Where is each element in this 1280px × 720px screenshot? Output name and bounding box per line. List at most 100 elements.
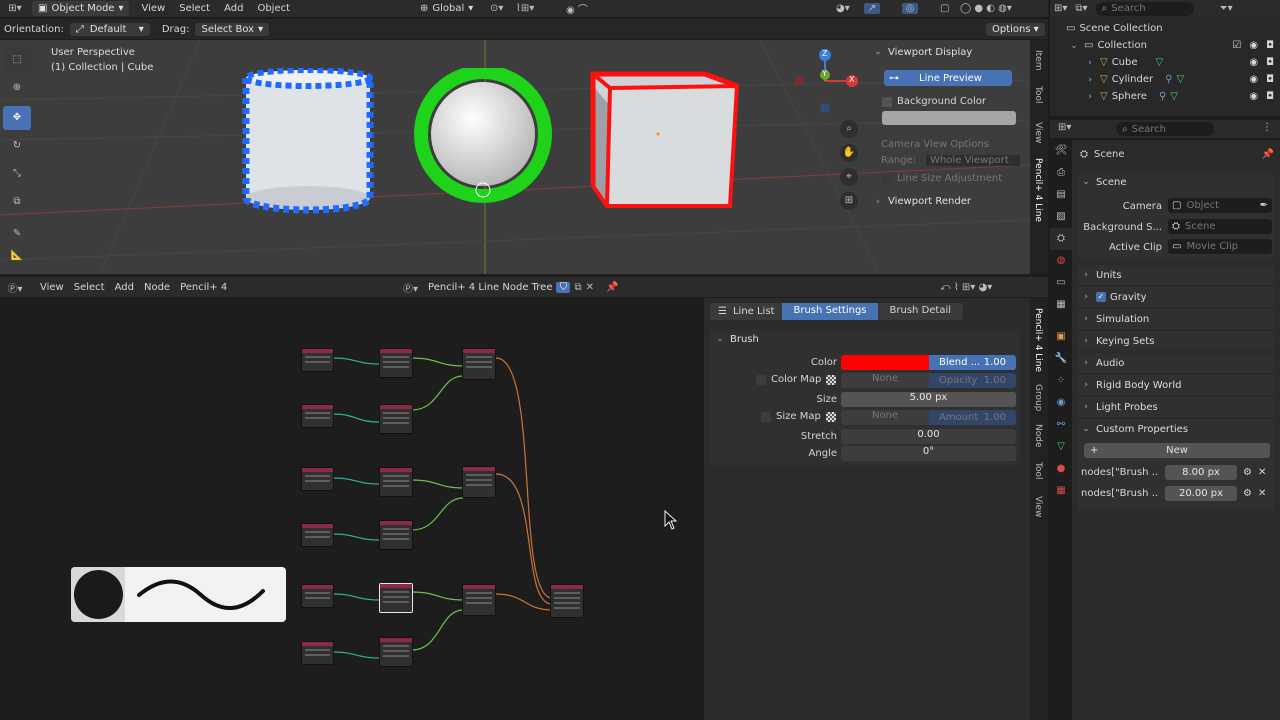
rotate-icon[interactable]: ↻ xyxy=(3,134,31,158)
size-field[interactable]: 5.00 px xyxy=(841,392,1016,407)
line-set-node[interactable] xyxy=(462,466,496,498)
node-box[interactable] xyxy=(301,404,334,428)
annotate-icon[interactable]: ✎ xyxy=(3,222,31,246)
object-tab-icon[interactable]: ▣ xyxy=(1050,326,1072,348)
eyedropper-icon[interactable]: ✒ xyxy=(1260,200,1268,211)
active-clip-field[interactable]: ▭ Movie Clip xyxy=(1168,239,1272,254)
xray-icon[interactable]: ▢ xyxy=(940,3,949,14)
filter-icon[interactable]: ⏷▾ xyxy=(1220,3,1233,14)
cylinder-object[interactable] xyxy=(238,68,380,216)
outliner-editor-icon[interactable]: ⊞▾ xyxy=(1054,3,1067,14)
move-icon[interactable]: ✥ xyxy=(3,106,31,130)
camera-field[interactable]: ▢ Object ✒ xyxy=(1168,198,1272,213)
overlay-icon[interactable]: ◎ xyxy=(902,3,918,14)
viewport-display-header[interactable]: ⌄ Viewport Display xyxy=(872,42,1022,62)
tab-node[interactable]: Node xyxy=(1033,424,1043,448)
node-menu-pencil[interactable]: Pencil+ 4 xyxy=(180,282,227,293)
sphere-object[interactable] xyxy=(413,68,553,208)
fake-user-icon[interactable]: ⛉ xyxy=(556,281,571,293)
camera-icon[interactable]: ◘ xyxy=(1266,40,1274,51)
node-menu-view[interactable]: View xyxy=(40,282,64,293)
constraints-tab-icon[interactable]: ⚯ xyxy=(1050,414,1072,436)
scene-collection-row[interactable]: ▭ Scene Collection xyxy=(1050,20,1280,37)
gizmo-icon[interactable]: ↗ xyxy=(864,3,880,14)
output-tab-icon[interactable]: ▤ xyxy=(1050,184,1072,206)
color-map-checkbox[interactable]: Color Map xyxy=(756,374,837,385)
cube-object[interactable] xyxy=(585,66,745,216)
node-box[interactable] xyxy=(301,467,334,491)
physics-tab-icon[interactable]: ◉ xyxy=(1050,392,1072,414)
blend-field[interactable]: Blend ... 1.00 xyxy=(929,355,1016,370)
proportional-edit-icon[interactable]: ◉ ⌒ xyxy=(566,1,588,16)
eye-icon[interactable]: ◉ xyxy=(1249,91,1258,102)
brush-section-header[interactable]: ⌄ Brush xyxy=(710,329,1020,349)
world-tab-icon[interactable]: ◍ xyxy=(1050,250,1072,272)
stretch-field[interactable]: 0.00 xyxy=(841,429,1016,444)
node-tree-selector[interactable]: Ⓟ▾ Pencil+ 4 Line Node Tree ⛉ ⧉ ✕ 📌 xyxy=(403,280,618,295)
brush-settings-node[interactable] xyxy=(379,348,413,378)
tab-item[interactable]: Item xyxy=(1033,50,1043,71)
section-rigid-body-world[interactable]: › Rigid Body World xyxy=(1078,375,1274,395)
node-box[interactable] xyxy=(301,641,334,665)
outliner-item-sphere[interactable]: › ▽ Sphere ⚲ ▽ ◉ ◘ xyxy=(1050,88,1280,105)
shading-icons[interactable]: ◯ ● ◐ ◍▾ xyxy=(960,3,1012,14)
grid-view-icon[interactable]: ⊞ xyxy=(840,192,858,210)
particles-tab-icon[interactable]: ⁘ xyxy=(1050,370,1072,392)
node-menu-add[interactable]: Add xyxy=(115,282,134,293)
menu-view[interactable]: View xyxy=(141,3,165,14)
gear-icon[interactable]: ⚙ xyxy=(1243,488,1252,499)
visibility-icon[interactable]: ◕▾ xyxy=(836,3,850,14)
tab-tool[interactable]: Tool xyxy=(1033,462,1043,479)
color-map-none[interactable]: None xyxy=(841,373,929,388)
camera-view-icon[interactable]: ⌖ xyxy=(840,168,858,186)
scene-tab-icon[interactable]: ⛭ xyxy=(1050,228,1072,250)
brush-settings-node[interactable] xyxy=(379,467,413,497)
duplicate-icon[interactable]: ⧉ xyxy=(574,282,581,293)
collection-row[interactable]: ⌄ ▭ Collection ☑ ◉ ◘ xyxy=(1050,37,1280,54)
transform-icon[interactable]: ⧉ xyxy=(3,190,31,214)
eye-icon[interactable]: ◉ xyxy=(1249,57,1258,68)
cursor-icon[interactable]: ⊕ xyxy=(3,76,31,100)
custom-prop-value[interactable]: 20.00 px xyxy=(1165,485,1237,501)
node-box[interactable] xyxy=(301,348,334,372)
pivot-icon[interactable]: ⊙▾ xyxy=(490,3,503,14)
close-icon[interactable]: ✕ xyxy=(1258,467,1266,478)
checkbox-checked-icon[interactable]: ✓ xyxy=(1096,292,1106,302)
outliner-item-cube[interactable]: › ▽ Cube ▽ ◉ ◘ xyxy=(1050,54,1280,71)
render-tab-icon[interactable]: ⎙ xyxy=(1050,162,1072,184)
pin-icon[interactable]: 📌 xyxy=(606,282,618,293)
tab-view[interactable]: View xyxy=(1033,122,1043,143)
brush-settings-node[interactable] xyxy=(379,637,413,667)
tab-pencil-line[interactable]: Pencil+ 4 Line xyxy=(1033,158,1043,222)
tab-view[interactable]: View xyxy=(1033,496,1043,517)
line-output-node[interactable] xyxy=(550,584,584,618)
node-box[interactable] xyxy=(301,584,334,608)
background-color-swatch[interactable] xyxy=(882,111,1016,125)
custom-properties-header[interactable]: ⌄ Custom Properties xyxy=(1078,419,1274,439)
navigation-gizmo[interactable]: Z X Y xyxy=(790,46,860,116)
select-box-icon[interactable]: ⬚ xyxy=(3,48,31,72)
size-map-checkbox[interactable]: Size Map xyxy=(761,411,836,422)
color-swatch[interactable] xyxy=(841,355,929,370)
tab-line-list[interactable]: ☰ Line List xyxy=(710,303,783,320)
background-color-checkbox[interactable]: Background Color xyxy=(882,96,1022,107)
measure-icon[interactable]: 📐 xyxy=(3,246,31,266)
line-set-node[interactable] xyxy=(462,584,496,616)
options-icon[interactable]: ⋮ xyxy=(1262,122,1272,133)
section-audio[interactable]: › Audio xyxy=(1078,353,1274,373)
eye-icon[interactable]: ◉ xyxy=(1249,40,1258,51)
node-menu-select[interactable]: Select xyxy=(74,282,105,293)
node-box[interactable] xyxy=(301,523,334,547)
properties-search[interactable]: ⌕ Search xyxy=(1116,122,1214,136)
texture-data-tab-icon[interactable]: ▦ xyxy=(1050,480,1072,502)
line-set-node[interactable] xyxy=(462,348,496,380)
camera-icon[interactable]: ◘ xyxy=(1266,57,1274,68)
section-gravity[interactable]: › ✓ Gravity xyxy=(1078,287,1274,307)
camera-icon[interactable]: ◘ xyxy=(1266,91,1274,102)
material-tab-icon[interactable]: ● xyxy=(1050,458,1072,480)
section-keying-sets[interactable]: › Keying Sets xyxy=(1078,331,1274,351)
line-size-adjustment-checkbox[interactable]: Line Size Adjustment xyxy=(882,173,1022,184)
options-dropdown[interactable]: Options ▾ xyxy=(986,22,1045,36)
section-simulation[interactable]: › Simulation xyxy=(1078,309,1274,329)
close-icon[interactable]: ✕ xyxy=(586,282,594,293)
